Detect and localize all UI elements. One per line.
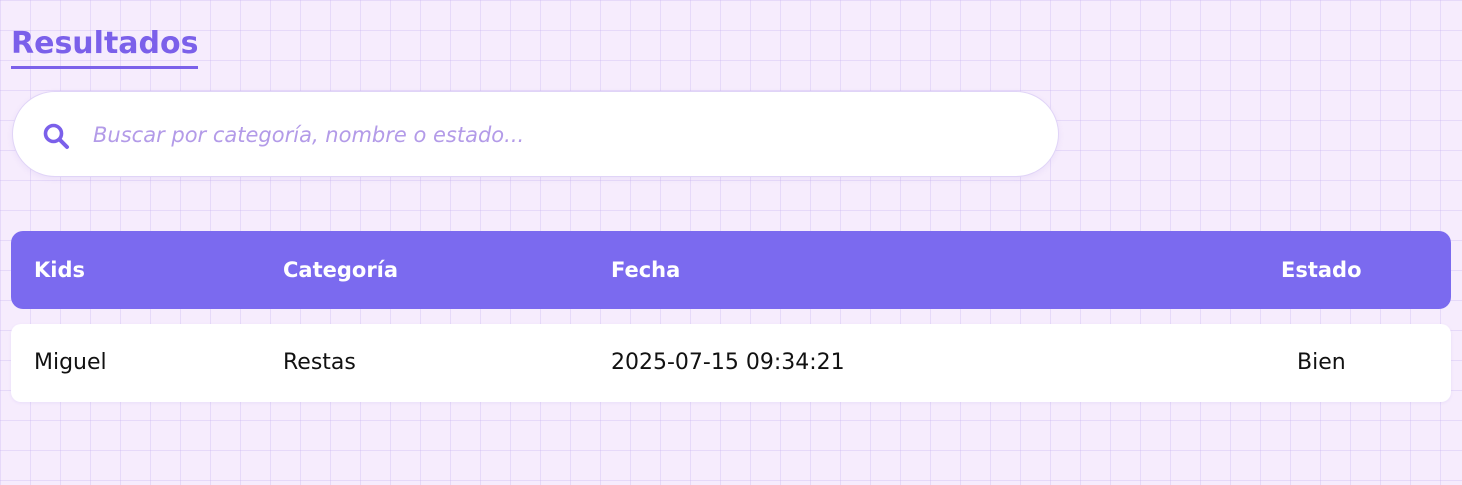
column-header-categoria[interactable]: Categoría bbox=[283, 231, 398, 309]
page-title: Resultados bbox=[11, 26, 199, 69]
cell-categoria: Restas bbox=[283, 350, 356, 375]
search-input[interactable] bbox=[93, 114, 993, 156]
column-header-fecha[interactable]: Fecha bbox=[611, 231, 680, 309]
column-header-kids[interactable]: Kids bbox=[34, 231, 85, 309]
cell-fecha: 2025-07-15 09:34:21 bbox=[611, 350, 845, 375]
search-icon bbox=[43, 123, 69, 149]
cell-kids: Miguel bbox=[34, 350, 107, 375]
table-header: Kids Categoría Fecha Estado bbox=[11, 231, 1451, 309]
search-bar[interactable] bbox=[12, 91, 1059, 177]
table-row: Miguel Restas 2025-07-15 09:34:21 Bien bbox=[11, 324, 1451, 402]
column-header-estado[interactable]: Estado bbox=[1281, 231, 1362, 309]
cell-estado: Bien bbox=[1297, 350, 1346, 375]
